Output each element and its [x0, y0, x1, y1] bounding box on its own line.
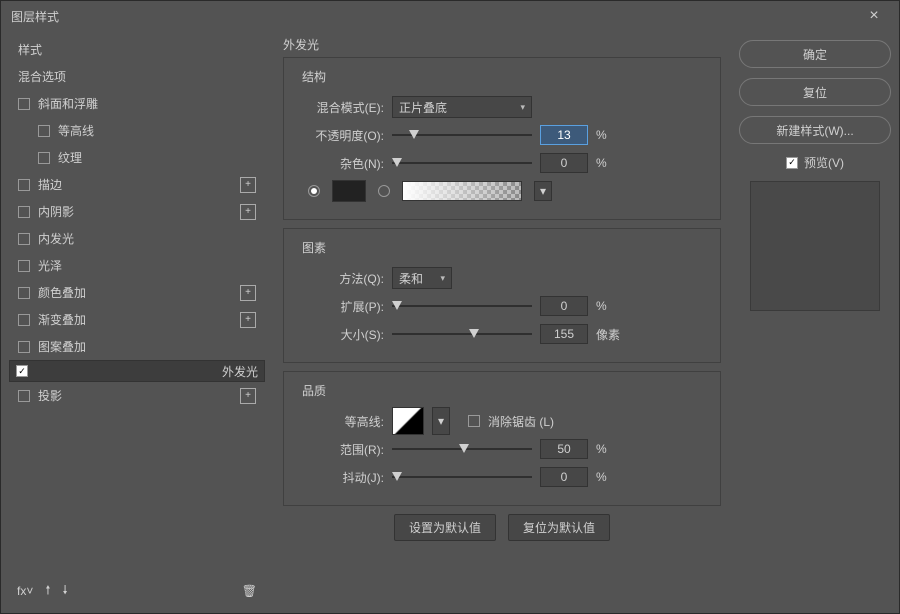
contour-picker[interactable] [392, 407, 424, 435]
blend-options[interactable]: 混合选项 [9, 63, 265, 90]
style-inner-shadow[interactable]: 内阴影+ [9, 198, 265, 225]
right-panel: 确定 复位 新建样式(W)... ✓ 预览(V) [739, 36, 891, 606]
window-title: 图层样式 [11, 8, 59, 25]
checkbox[interactable] [18, 341, 30, 353]
checkbox[interactable] [18, 314, 30, 326]
checkbox[interactable] [18, 206, 30, 218]
checkbox[interactable] [16, 365, 28, 377]
method-select[interactable]: 柔和▾ [392, 267, 452, 289]
close-icon[interactable]: × [859, 1, 889, 31]
cancel-button[interactable]: 复位 [739, 78, 891, 106]
panel-title: 外发光 [283, 36, 721, 53]
elements-group: 图素 方法(Q): 柔和▾ 扩展(P): 0 % 大小(S): 155 像素 [283, 228, 721, 363]
blend-mode-label: 混合模式(E): [298, 99, 384, 116]
checkbox[interactable] [38, 125, 50, 137]
ok-button[interactable]: 确定 [739, 40, 891, 68]
size-label: 大小(S): [298, 326, 384, 343]
blend-mode-select[interactable]: 正片叠底▾ [392, 96, 532, 118]
style-contour[interactable]: 等高线 [9, 117, 265, 144]
add-icon[interactable]: + [240, 285, 256, 301]
range-label: 范围(R): [298, 441, 384, 458]
style-grad-overlay[interactable]: 渐变叠加+ [9, 306, 265, 333]
jitter-slider[interactable] [392, 470, 532, 484]
style-satin[interactable]: 光泽 [9, 252, 265, 279]
method-label: 方法(Q): [298, 270, 384, 287]
checkbox[interactable] [18, 179, 30, 191]
color-swatch[interactable] [332, 180, 366, 202]
spread-label: 扩展(P): [298, 298, 384, 315]
range-input[interactable]: 50 [540, 439, 588, 459]
spread-slider[interactable] [392, 299, 532, 313]
jitter-label: 抖动(J): [298, 469, 384, 486]
chevron-down-icon: ▾ [540, 184, 546, 198]
opacity-input[interactable]: 13 [540, 125, 588, 145]
checkbox[interactable] [18, 260, 30, 272]
range-slider[interactable] [392, 442, 532, 456]
add-icon[interactable]: + [240, 312, 256, 328]
style-color-overlay[interactable]: 颜色叠加+ [9, 279, 265, 306]
checkbox[interactable] [18, 98, 30, 110]
noise-input[interactable]: 0 [540, 153, 588, 173]
checkbox[interactable] [18, 287, 30, 299]
reset-default-button[interactable]: 复位为默认值 [508, 514, 610, 541]
structure-group: 结构 混合模式(E): 正片叠底▾ 不透明度(O): 13 % 杂色(N): 0… [283, 57, 721, 220]
quality-group: 品质 等高线: ▾ 消除锯齿 (L) 范围(R): 50 % 抖动(J): [283, 371, 721, 506]
styles-sidebar: 样式 混合选项 斜面和浮雕 等高线 纹理 描边+ 内阴影+ 内发光 光泽 颜色叠… [9, 36, 265, 606]
style-bevel[interactable]: 斜面和浮雕 [9, 90, 265, 117]
up-icon[interactable]: 🠕 [45, 581, 50, 602]
style-pattern-overlay[interactable]: 图案叠加 [9, 333, 265, 360]
size-input[interactable]: 155 [540, 324, 588, 344]
add-icon[interactable]: + [240, 204, 256, 220]
antialias-checkbox[interactable] [468, 415, 480, 427]
checkbox[interactable] [38, 152, 50, 164]
preview-checkbox[interactable]: ✓ [786, 157, 798, 169]
gradient-dropdown[interactable]: ▾ [534, 181, 552, 201]
style-stroke[interactable]: 描边+ [9, 171, 265, 198]
contour-label: 等高线: [298, 413, 384, 430]
settings-panel: 外发光 结构 混合模式(E): 正片叠底▾ 不透明度(O): 13 % 杂色(N… [277, 36, 727, 606]
style-outer-glow[interactable]: 外发光 [9, 360, 265, 382]
add-icon[interactable]: + [240, 177, 256, 193]
fx-icon[interactable]: fx˅ [17, 584, 33, 598]
checkbox[interactable] [18, 233, 30, 245]
style-texture[interactable]: 纹理 [9, 144, 265, 171]
noise-slider[interactable] [392, 156, 532, 170]
antialias-label: 消除锯齿 (L) [488, 413, 554, 430]
trash-icon[interactable]: 🗑 [242, 584, 257, 598]
style-drop-shadow[interactable]: 投影+ [9, 382, 265, 409]
set-default-button[interactable]: 设置为默认值 [394, 514, 496, 541]
opacity-label: 不透明度(O): [298, 127, 384, 144]
add-icon[interactable]: + [240, 388, 256, 404]
chevron-down-icon: ▾ [520, 102, 525, 113]
titlebar: 图层样式 × [1, 1, 899, 31]
spread-input[interactable]: 0 [540, 296, 588, 316]
chevron-down-icon: ▾ [440, 273, 445, 284]
gradient-preview[interactable] [402, 181, 522, 201]
color-radio[interactable] [308, 185, 320, 197]
gradient-radio[interactable] [378, 185, 390, 197]
styles-header[interactable]: 样式 [9, 36, 265, 63]
opacity-slider[interactable] [392, 128, 532, 142]
new-style-button[interactable]: 新建样式(W)... [739, 116, 891, 144]
style-inner-glow[interactable]: 内发光 [9, 225, 265, 252]
preview-thumbnail [750, 181, 880, 311]
preview-label: 预览(V) [804, 154, 844, 171]
down-icon[interactable]: 🠗 [63, 581, 68, 602]
noise-label: 杂色(N): [298, 155, 384, 172]
checkbox[interactable] [18, 390, 30, 402]
contour-dropdown[interactable]: ▾ [432, 407, 450, 435]
jitter-input[interactable]: 0 [540, 467, 588, 487]
size-slider[interactable] [392, 327, 532, 341]
chevron-down-icon: ▾ [438, 414, 444, 428]
